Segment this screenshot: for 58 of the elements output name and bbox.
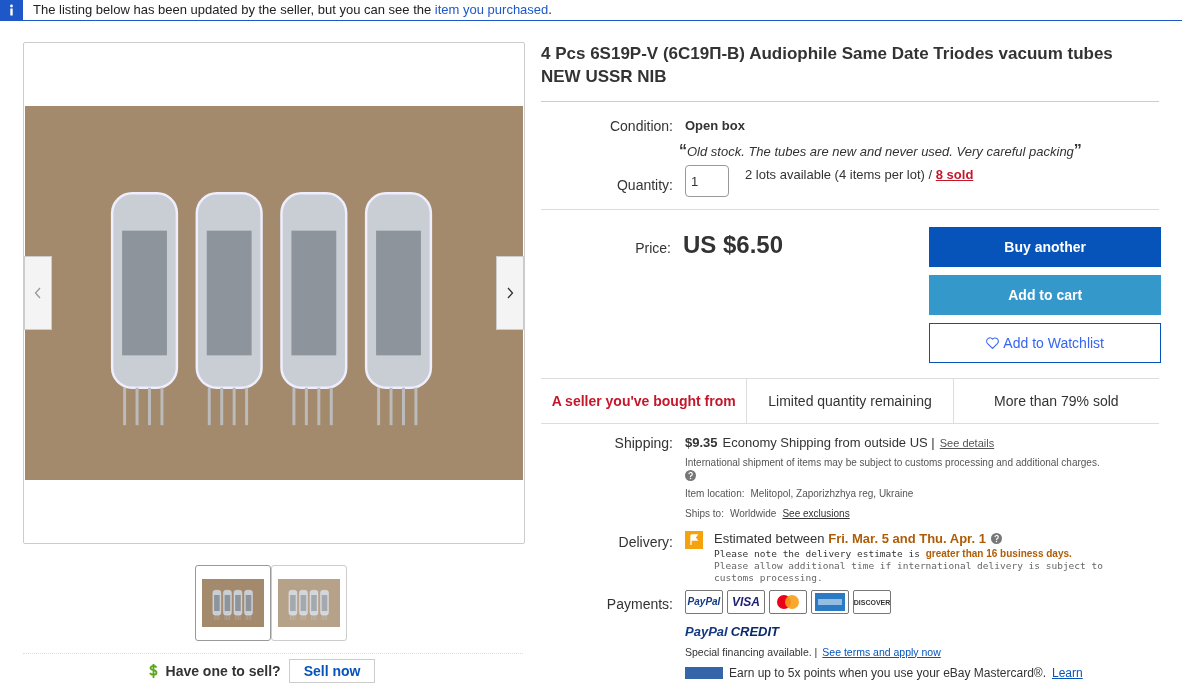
previous-arrow-button[interactable] <box>24 256 52 330</box>
listing-title: 4 Pcs 6S19P-V (6С19П-В) Audiophile Same Date Triodes vacuum tubes NEW USSR NIB <box>541 42 1159 102</box>
seller-note: “Old stock. The tubes are new and never used. Very careful packing” <box>679 141 1083 161</box>
highlight-text: Limited quantity remaining <box>746 379 953 423</box>
thumbnail[interactable] <box>194 565 271 641</box>
condition-value: Open box <box>685 117 745 135</box>
payment-card-logo: VISA <box>727 590 765 614</box>
buy-another-button[interactable]: Buy another <box>929 227 1161 267</box>
quantity-label: Quantity: <box>615 176 673 195</box>
thumbnail[interactable] <box>270 565 347 641</box>
promo-text: Earn up to 5x points when you use your eBay Mastercard®. <box>729 665 1046 683</box>
help-icon <box>990 532 1002 544</box>
payment-card-logo: PayPal <box>685 590 723 614</box>
financing-text: Special financing available. | <box>685 644 818 660</box>
see-exclusions-link[interactable]: See exclusions <box>782 505 850 521</box>
sell-prompt: Have one to sell? <box>165 661 281 681</box>
highlight-text: More than 79% sold <box>952 379 1159 423</box>
see-details-link[interactable]: See details <box>939 435 995 452</box>
shipping-cost: $9.35 <box>685 434 718 452</box>
shipping-method: Economy Shipping from outside US | <box>722 434 935 452</box>
dollar-icon <box>148 664 158 678</box>
payment-card-logo <box>769 590 807 614</box>
paypal-credit-logo: PayPal CREDIT <box>685 623 781 641</box>
chevron-right-icon <box>506 287 514 299</box>
delivery-estimate: Estimated between Fri. Mar. 5 and Thu. Apr. 1 <box>714 529 986 548</box>
customs-note: International shipment of items may be subject to customs processing and additional charges. <box>685 455 1100 469</box>
location-value: Melitopol, Zaporizhzhya reg, Ukraine <box>750 486 914 501</box>
next-arrow-button[interactable] <box>496 256 524 330</box>
delivery-note: Please note the delivery estimate is greater than 16 business days. <box>714 548 1073 560</box>
vacuum-tubes-drawing <box>201 579 264 627</box>
notice-text: The listing below has been updated by the seller, but you can see the item you purchased. <box>33 1 552 20</box>
ships-to-value: Worldwide <box>729 506 777 521</box>
shipping-label: Shipping: <box>613 434 673 453</box>
terms-link[interactable]: See terms and apply now <box>822 644 941 661</box>
chevron-left-icon <box>34 287 42 299</box>
learn-link[interactable]: Learn <box>1052 664 1083 683</box>
availability-text: 2 lots available (4 items per lot) / 8 sold <box>745 166 974 184</box>
condition-label: Condition: <box>608 117 673 136</box>
close-quote-mark: ” <box>1073 142 1082 159</box>
watchlist-button[interactable]: Add to Watchlist <box>929 323 1161 363</box>
credit-card-icon <box>685 667 723 680</box>
customs-delivery-note: Please allow additional time if international delivery is subject to customs processing. <box>714 560 1104 584</box>
payments-label: Payments: <box>605 595 673 614</box>
payment-card-logo <box>811 590 849 614</box>
location-label: Item location: <box>685 486 745 501</box>
price-label: Price: <box>634 239 671 258</box>
heart-icon <box>986 337 1000 349</box>
ships-to-label: Ships to: <box>685 506 724 521</box>
sell-now-button[interactable]: Sell now <box>288 659 376 683</box>
price-value: US $6.50 <box>683 230 784 260</box>
delivery-label: Delivery: <box>617 532 673 552</box>
sold-count-link[interactable]: 8 sold <box>935 167 974 182</box>
flag-icon <box>685 530 703 549</box>
highlight-text: A seller you've bought from <box>550 391 737 411</box>
help-icon <box>685 469 696 481</box>
open-quote-mark: “ <box>679 142 687 159</box>
quantity-field[interactable]: 1 <box>685 165 729 197</box>
vacuum-tubes-drawing <box>277 579 340 627</box>
